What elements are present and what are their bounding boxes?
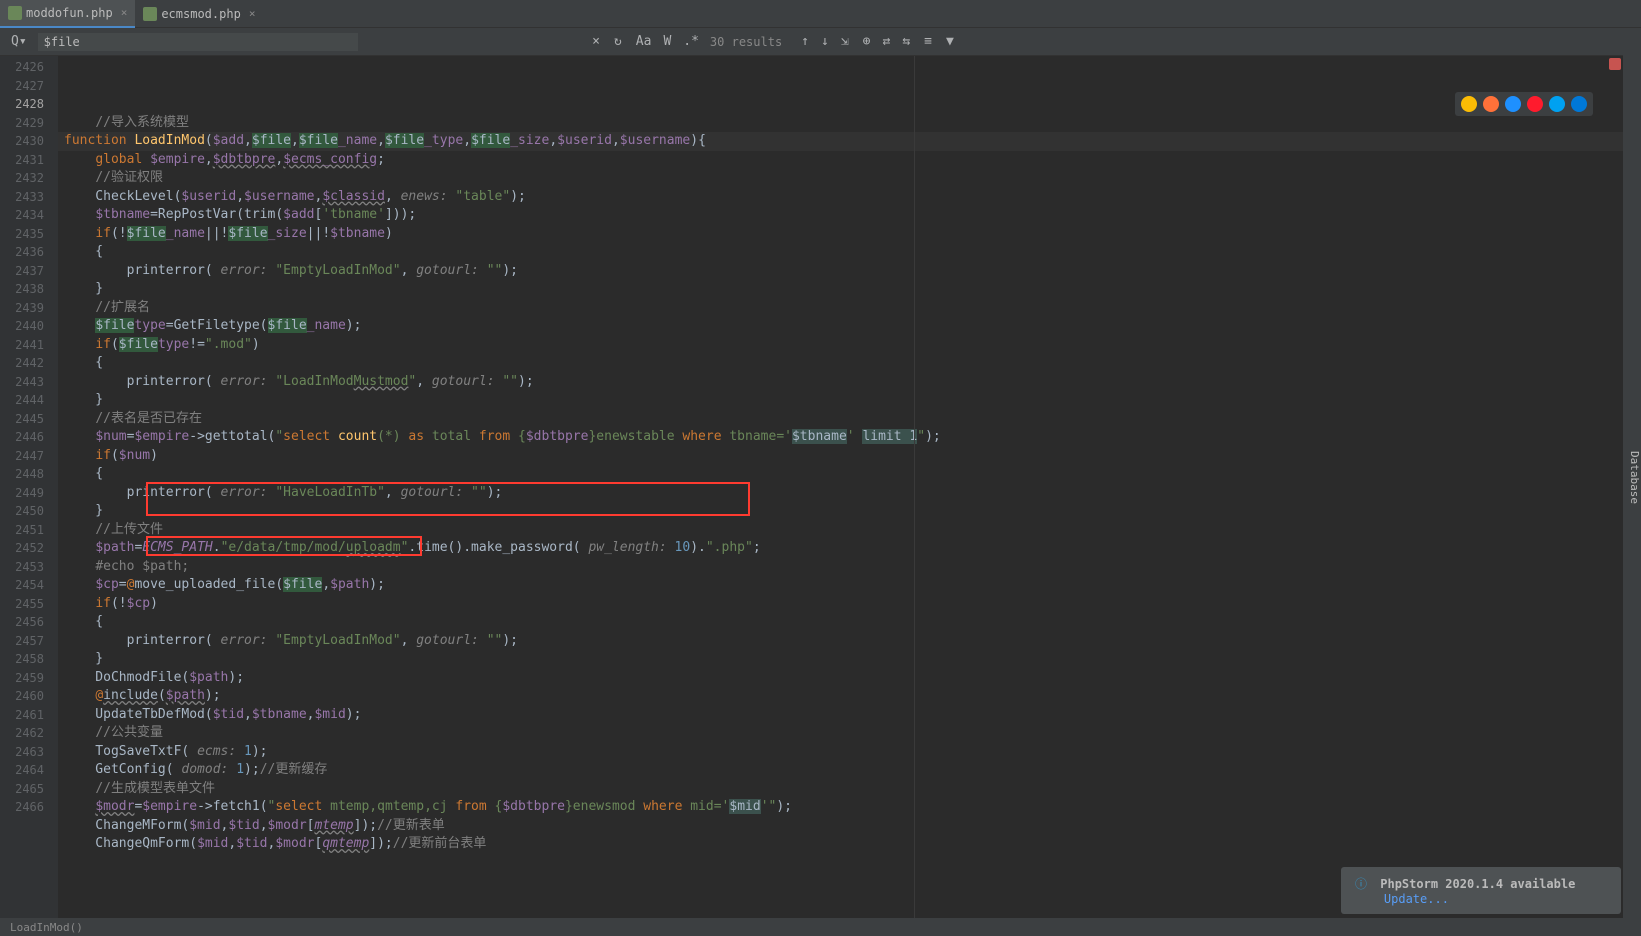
filter-icon[interactable]: ▼ <box>943 34 957 49</box>
notification-title: PhpStorm 2020.1.4 available <box>1380 877 1575 891</box>
editor-area: 2426242724282429243024312432243324342435… <box>0 56 1641 918</box>
update-link[interactable]: Update... <box>1384 892 1449 906</box>
toggle-icon[interactable]: ⇄ <box>879 34 893 49</box>
search-results-count: 30 results <box>710 35 782 49</box>
history-icon[interactable]: ↻ <box>611 34 625 49</box>
find-bar: Q▾ × ↻ Aa W .* 30 results ↑ ↓ ⇲ ⊕ ⇄ ⇆ ≡ … <box>0 28 1641 56</box>
chrome-icon[interactable] <box>1461 96 1477 112</box>
ie-icon[interactable] <box>1549 96 1565 112</box>
select-all-icon[interactable]: ⇲ <box>838 34 852 49</box>
php-file-icon <box>143 7 157 21</box>
add-selection-icon[interactable]: ⊕ <box>860 34 874 49</box>
tab-moddofun[interactable]: moddofun.php × <box>0 0 135 28</box>
tab-ecmsmod[interactable]: ecmsmod.php × <box>135 0 263 28</box>
words-icon[interactable]: W <box>660 34 674 49</box>
database-tool-window-tab[interactable]: Database <box>1623 28 1641 918</box>
tab-label: moddofun.php <box>26 6 113 20</box>
firefox-icon[interactable] <box>1483 96 1499 112</box>
tab-label: ecmsmod.php <box>161 7 240 21</box>
code-editor[interactable]: //导入系统模型function LoadInMod($add,$file,$f… <box>58 56 1627 918</box>
prev-match-icon[interactable]: ↑ <box>798 34 812 49</box>
settings-icon[interactable]: ≡ <box>921 34 935 49</box>
toggle-icon[interactable]: ⇆ <box>899 34 913 49</box>
edge-icon[interactable] <box>1571 96 1587 112</box>
search-input[interactable] <box>38 33 358 51</box>
status-bar: LoadInMod() <box>0 918 1641 936</box>
close-icon[interactable]: × <box>249 7 256 20</box>
line-gutter: 2426242724282429243024312432243324342435… <box>0 56 58 918</box>
next-match-icon[interactable]: ↓ <box>818 34 832 49</box>
editor-tabs: moddofun.php × ecmsmod.php × <box>0 0 1641 28</box>
match-case-icon[interactable]: Aa <box>633 34 655 49</box>
php-file-icon <box>8 6 22 20</box>
error-stripe-icon[interactable] <box>1609 58 1621 70</box>
regex-icon[interactable]: .* <box>680 34 702 49</box>
close-icon[interactable]: × <box>121 6 128 19</box>
safari-icon[interactable] <box>1505 96 1521 112</box>
search-icon[interactable]: Q▾ <box>8 34 30 49</box>
browser-icons-bar <box>1455 92 1593 116</box>
update-notification[interactable]: ⓘ PhpStorm 2020.1.4 available Update... <box>1341 867 1621 914</box>
right-margin-line <box>914 56 915 918</box>
opera-icon[interactable] <box>1527 96 1543 112</box>
clear-icon[interactable]: × <box>589 34 603 49</box>
info-icon: ⓘ <box>1355 877 1367 891</box>
breadcrumb[interactable]: LoadInMod() <box>10 921 83 934</box>
